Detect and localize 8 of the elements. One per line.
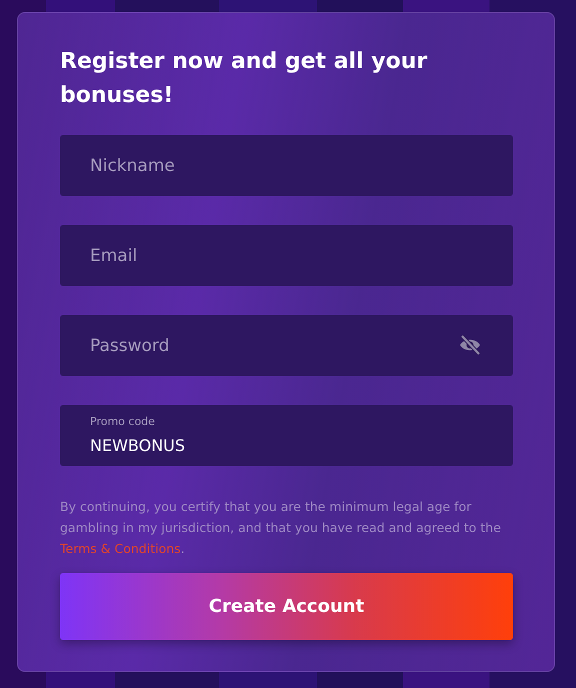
disclaimer-text: By continuing, you certify that you are the minimum legal age for gambling in my jurisdiction, and that you have read and agreed to the Terms & Conditions.	[60, 498, 502, 558]
password-field[interactable]: Password	[60, 315, 513, 376]
nickname-field[interactable]: Nickname	[60, 135, 513, 196]
eye-off-icon[interactable]	[458, 335, 482, 355]
form-heading: Register now and get all your bonuses!	[60, 48, 428, 110]
create-account-button[interactable]: Create Account	[60, 573, 513, 640]
email-field[interactable]: Email	[60, 225, 513, 286]
field-label: Promo code	[90, 415, 155, 428]
